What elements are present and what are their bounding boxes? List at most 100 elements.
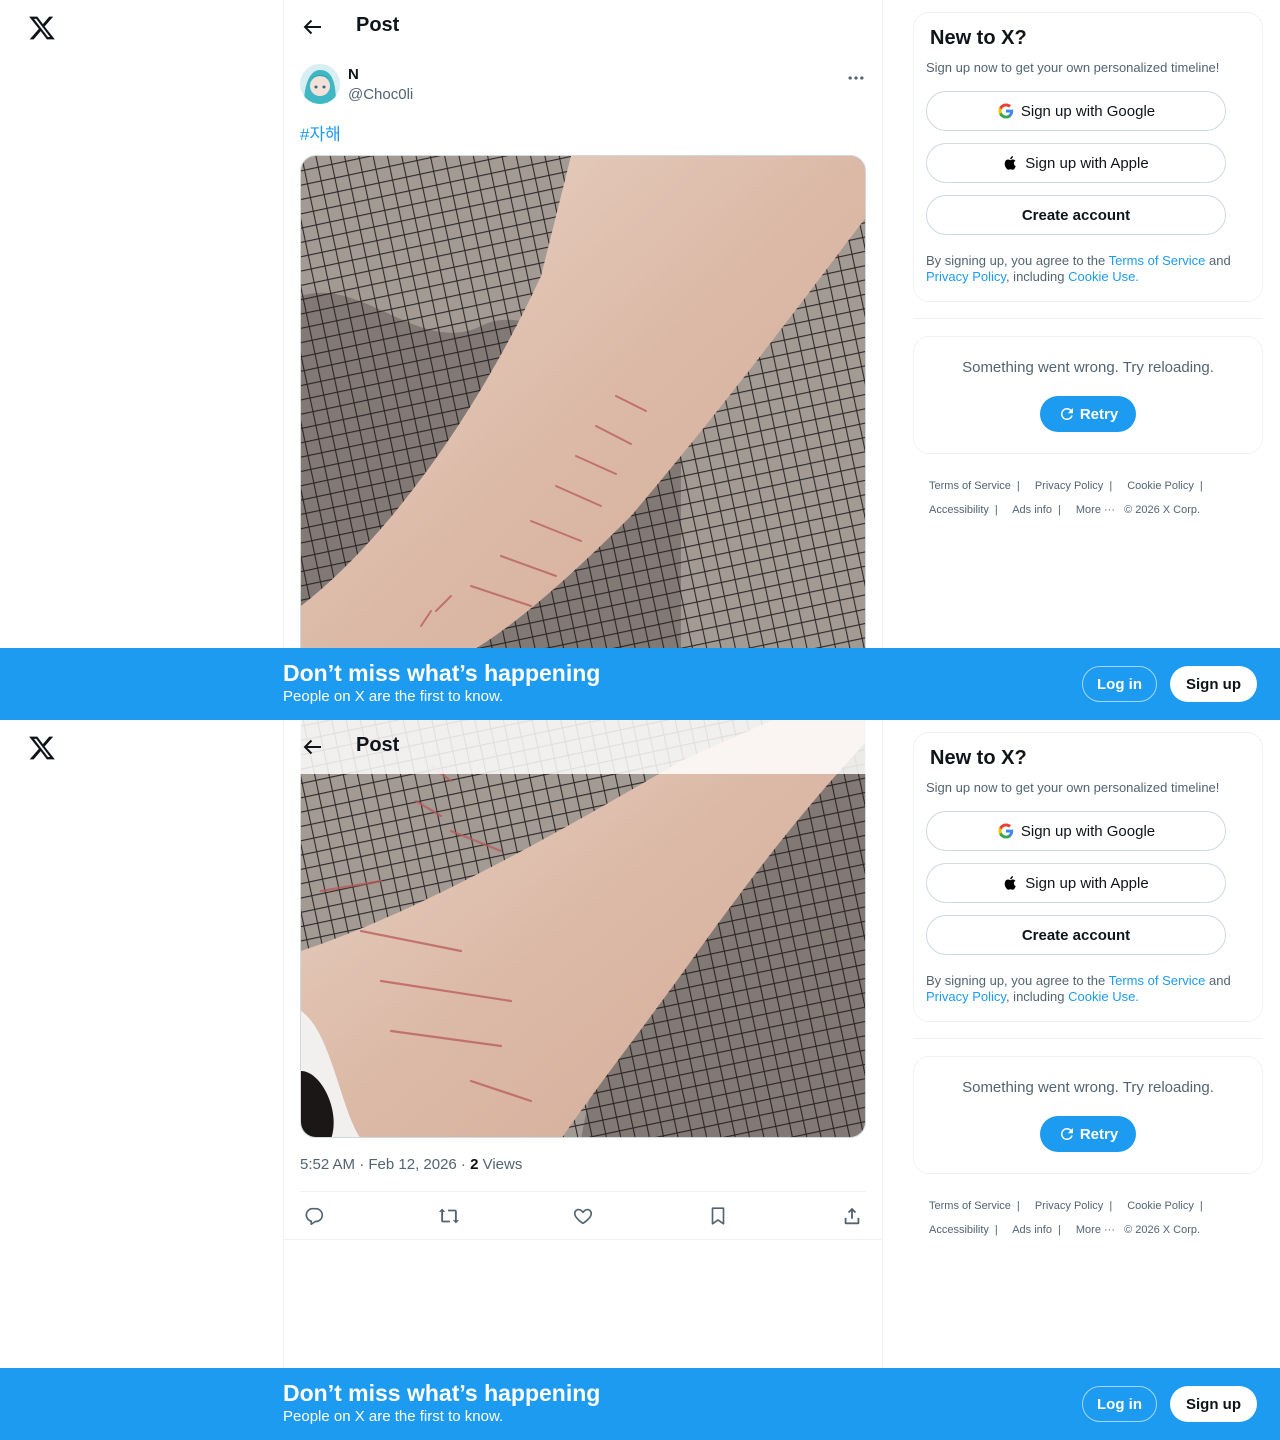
signup-title: New to X? xyxy=(930,747,1027,769)
signup-button[interactable]: Sign up xyxy=(1170,666,1257,702)
google-label: Sign up with Google xyxy=(1020,822,1156,840)
cookie-link[interactable]: Cookie Use. xyxy=(1068,989,1139,1004)
reply-button[interactable] xyxy=(300,1202,328,1230)
banner-subtitle: People on X are the first to know. xyxy=(283,688,504,705)
cookie-link[interactable]: Cookie Use. xyxy=(1068,269,1139,284)
back-arrow-icon[interactable] xyxy=(300,735,324,759)
post-photo[interactable] xyxy=(300,155,866,675)
post-header: Post xyxy=(284,720,882,774)
signup-subtitle: Sign up now to get your own personalized… xyxy=(926,780,1220,795)
signup-subtitle: Sign up now to get your own personalized… xyxy=(926,60,1220,75)
footer-link-terms[interactable]: Terms of Service xyxy=(929,1200,1011,1212)
apple-label: Sign up with Apple xyxy=(1025,154,1149,172)
signup-banner: Don’t miss what’s happening People on X … xyxy=(0,1368,1280,1440)
bookmark-button[interactable] xyxy=(704,1202,732,1230)
signup-button[interactable]: Sign up xyxy=(1170,1386,1257,1422)
reply-icon xyxy=(305,1207,324,1226)
post-hashtag[interactable]: #자해 xyxy=(300,120,341,145)
apple-icon xyxy=(1004,876,1017,890)
terms-link[interactable]: Terms of Service xyxy=(1109,973,1206,988)
apple-icon xyxy=(1004,156,1017,170)
footer-link-accessibility[interactable]: Accessibility xyxy=(929,1224,989,1236)
share-icon xyxy=(844,1207,860,1225)
login-button[interactable]: Log in xyxy=(1082,666,1157,702)
banner-title: Don’t miss what’s happening xyxy=(283,660,601,686)
back-arrow-icon[interactable] xyxy=(300,15,324,39)
post-meta: 5:52 AM · Feb 12, 2026 · 2 Views xyxy=(300,1156,522,1173)
footer-link-ads[interactable]: Ads info xyxy=(1012,504,1052,516)
signup-apple-button[interactable]: Sign up with Apple xyxy=(926,863,1226,903)
footer-link-privacy[interactable]: Privacy Policy xyxy=(1035,480,1103,492)
terms-link[interactable]: Terms of Service xyxy=(1109,253,1206,268)
viewport-top: Post N @Choc0li #자해 New to X? Sign up no… xyxy=(0,0,1280,720)
post-author: N @Choc0li xyxy=(300,64,866,108)
sidebar-divider xyxy=(913,1038,1263,1039)
post-header: Post xyxy=(284,0,882,54)
post-column: Post 5:52 AM · Feb 12, 2026 · 2 Views xyxy=(283,720,883,1440)
page-title: Post xyxy=(356,734,400,756)
error-message: Something went wrong. Try reloading. xyxy=(962,1079,1214,1096)
viewport-scrolled: Post 5:52 AM · Feb 12, 2026 · 2 Views Ne… xyxy=(0,720,1280,1440)
copyright: © 2026 X Corp. xyxy=(1124,1224,1201,1236)
legal-text: By signing up, you agree to the Terms of… xyxy=(926,973,1231,1004)
retry-button[interactable]: Retry xyxy=(1039,1116,1137,1152)
privacy-link[interactable]: Privacy Policy xyxy=(926,989,1006,1004)
google-label: Sign up with Google xyxy=(1020,102,1156,120)
sidebar-divider xyxy=(913,318,1263,319)
sidebar-footer: Terms of Service | Privacy Policy | Cookie… xyxy=(929,480,1203,516)
avatar[interactable] xyxy=(300,64,340,104)
create-account-button[interactable]: Create account xyxy=(926,915,1226,955)
signup-apple-button[interactable]: Sign up with Apple xyxy=(926,143,1226,183)
share-button[interactable] xyxy=(838,1202,866,1230)
more-icon[interactable] xyxy=(846,68,866,88)
retry-icon xyxy=(1060,407,1073,420)
footer-link-more[interactable]: More ··· xyxy=(1076,1224,1115,1236)
like-button[interactable] xyxy=(569,1202,597,1230)
x-logo-icon[interactable] xyxy=(28,734,56,762)
x-logo-icon[interactable] xyxy=(28,14,56,42)
signup-google-button[interactable]: Sign up with Google xyxy=(926,91,1226,131)
footer-link-terms[interactable]: Terms of Service xyxy=(929,480,1011,492)
footer-link-accessibility[interactable]: Accessibility xyxy=(929,504,989,516)
signup-card: New to X? Sign up now to get your own pe… xyxy=(913,732,1263,1022)
views-label: Views xyxy=(478,1156,523,1173)
copyright: © 2026 X Corp. xyxy=(1124,504,1201,516)
like-icon xyxy=(573,1208,593,1225)
signup-card: New to X? Sign up now to get your own pe… xyxy=(913,12,1263,302)
post-column: Post N @Choc0li #자해 xyxy=(283,0,883,720)
apple-label: Sign up with Apple xyxy=(1025,874,1149,892)
signup-google-button[interactable]: Sign up with Google xyxy=(926,811,1226,851)
google-icon xyxy=(998,823,1014,839)
trends-error-card: Something went wrong. Try reloading. Ret… xyxy=(913,1056,1263,1174)
repost-icon xyxy=(438,1208,459,1224)
footer-link-privacy[interactable]: Privacy Policy xyxy=(1035,1200,1103,1212)
author-handle[interactable]: @Choc0li xyxy=(348,86,413,103)
footer-link-ads[interactable]: Ads info xyxy=(1012,1224,1052,1236)
create-account-button[interactable]: Create account xyxy=(926,195,1226,235)
signup-title: New to X? xyxy=(930,27,1027,49)
banner-subtitle: People on X are the first to know. xyxy=(283,1408,504,1425)
bookmark-icon xyxy=(711,1207,724,1225)
footer-link-cookie[interactable]: Cookie Policy xyxy=(1127,1200,1194,1212)
trends-error-card: Something went wrong. Try reloading. Ret… xyxy=(913,336,1263,454)
legal-text: By signing up, you agree to the Terms of… xyxy=(926,253,1231,284)
footer-link-more[interactable]: More ··· xyxy=(1076,504,1115,516)
footer-link-cookie[interactable]: Cookie Policy xyxy=(1127,480,1194,492)
post-time[interactable]: 5:52 AM · Feb 12, 2026 · xyxy=(300,1156,470,1173)
google-icon xyxy=(998,103,1014,119)
page-title: Post xyxy=(356,14,400,36)
post-photo[interactable] xyxy=(300,720,866,1138)
login-button[interactable]: Log in xyxy=(1082,1386,1157,1422)
signup-banner: Don’t miss what’s happening People on X … xyxy=(0,648,1280,720)
retry-icon xyxy=(1060,1127,1073,1140)
post-actions xyxy=(300,1202,866,1230)
retry-button[interactable]: Retry xyxy=(1039,396,1137,432)
sidebar-footer: Terms of Service | Privacy Policy | Cookie… xyxy=(929,1200,1203,1236)
banner-title: Don’t miss what’s happening xyxy=(283,1380,601,1406)
privacy-link[interactable]: Privacy Policy xyxy=(926,269,1006,284)
author-name[interactable]: N xyxy=(348,66,359,83)
meta-divider xyxy=(300,1191,866,1192)
post-bottom-divider xyxy=(284,1239,882,1240)
error-message: Something went wrong. Try reloading. xyxy=(962,359,1214,376)
repost-button[interactable] xyxy=(435,1202,463,1230)
